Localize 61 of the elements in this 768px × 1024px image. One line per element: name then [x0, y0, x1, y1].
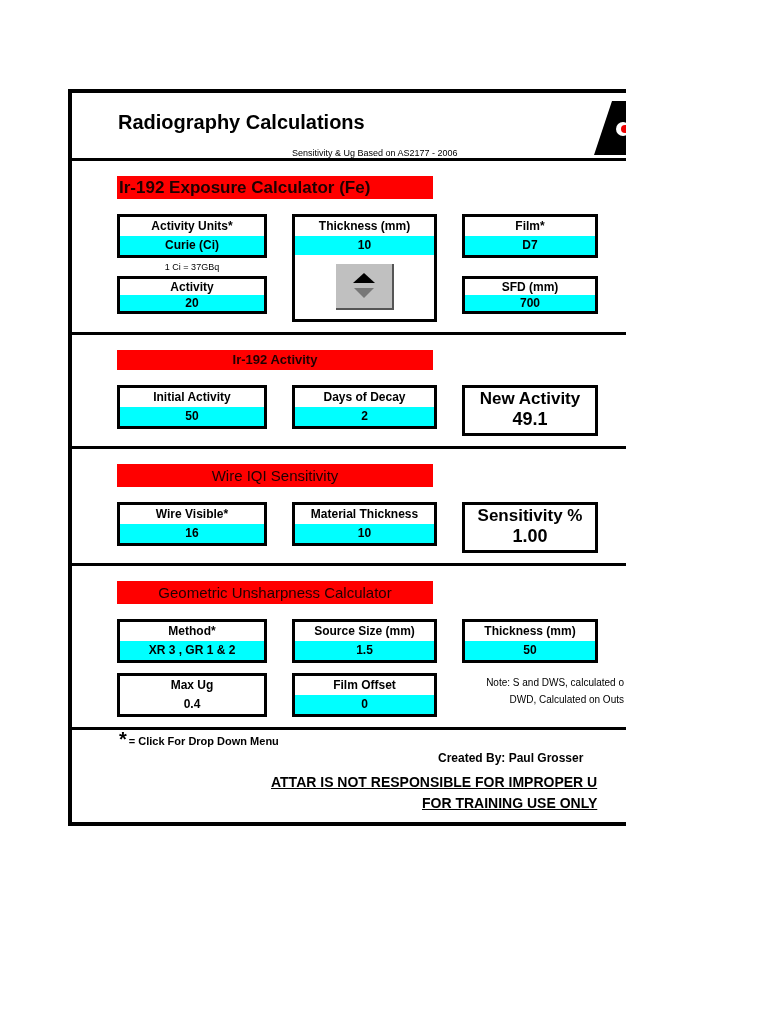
note-text: Note: S and DWS, calculated o — [486, 677, 624, 688]
section-heading: Ir-192 Exposure Calculator (Fe) — [117, 176, 433, 199]
result-label: New Activity — [478, 389, 582, 409]
field-label: Thickness (mm) — [317, 218, 412, 235]
result-label: Sensitivity % — [476, 506, 584, 526]
field-value: 0 — [295, 695, 434, 714]
field-box[interactable]: Initial Activity 50 — [117, 385, 267, 429]
field-box[interactable]: Film Offset 0 — [292, 673, 437, 717]
field-value: 50 — [120, 407, 264, 426]
sheet-subtitle: Sensitivity & Ug Based on AS2177 - 2006 — [292, 148, 458, 158]
field-box[interactable]: Method* XR 3 , GR 1 & 2 — [117, 619, 267, 663]
field-label: Film* — [514, 218, 546, 235]
field-value: 2 — [295, 407, 434, 426]
disclaimer-text: FOR TRAINING USE ONLY — [422, 795, 598, 811]
field-value: 10 — [295, 524, 434, 543]
field-box[interactable]: Material Thickness 10 — [292, 502, 437, 546]
field-label: Initial Activity — [152, 389, 232, 406]
section-heading: Ir-192 Activity — [117, 350, 433, 370]
field-box[interactable]: SFD (mm) 700 — [462, 276, 598, 314]
section-heading: Geometric Unsharpness Calculator — [117, 581, 433, 604]
field-label: Method* — [167, 623, 217, 640]
field-box[interactable]: Max Ug 0.4 — [117, 673, 267, 717]
section-heading: Wire IQI Sensitivity — [117, 464, 433, 487]
field-box[interactable]: Activity 20 — [117, 276, 267, 314]
field-box[interactable]: Activity Units* Curie (Ci) — [117, 214, 267, 258]
spin-button[interactable] — [335, 264, 394, 310]
field-label: Wire Visible* — [154, 506, 230, 523]
logo-icon — [592, 99, 626, 157]
field-label: SFD (mm) — [500, 279, 560, 295]
field-box[interactable]: Source Size (mm) 1.5 — [292, 619, 437, 663]
field-label: Source Size (mm) — [313, 623, 416, 640]
field-value: 1.5 — [295, 641, 434, 660]
field-label: Days of Decay — [322, 389, 407, 406]
unit-note: 1 Ci = 37GBq — [163, 261, 221, 274]
field-value: 10 — [295, 236, 434, 255]
note-text: DWD, Calculated on Outs — [509, 694, 624, 705]
field-label: Film Offset — [332, 677, 397, 694]
field-label: Activity Units* — [150, 218, 234, 235]
field-value: 50 — [465, 641, 595, 660]
field-value: XR 3 , GR 1 & 2 — [120, 641, 264, 660]
field-value: 20 — [120, 295, 264, 311]
result-value: 1.00 — [511, 526, 549, 547]
field-value: Curie (Ci) — [120, 236, 264, 255]
field-value: 700 — [465, 295, 595, 311]
field-label: Activity — [169, 279, 215, 295]
field-label: Material Thickness — [309, 506, 420, 523]
field-box[interactable]: Thickness (mm) 10 — [292, 214, 437, 322]
field-box[interactable]: Days of Decay 2 — [292, 385, 437, 429]
field-value: 16 — [120, 524, 264, 543]
sheet-title: Radiography Calculations — [118, 111, 365, 134]
result-value: 49.1 — [511, 409, 549, 430]
field-box[interactable]: Thickness (mm) 50 — [462, 619, 598, 663]
disclaimer-text: ATTAR IS NOT RESPONSIBLE FOR IMPROPER U — [271, 774, 598, 790]
field-label: Thickness (mm) — [483, 623, 577, 640]
legend-text: = Click For Drop Down Menu — [128, 735, 279, 747]
field-label: Max Ug — [169, 677, 215, 694]
field-box[interactable]: Film* D7 — [462, 214, 598, 258]
field-value: D7 — [465, 236, 595, 255]
credit-text: Created By: Paul Grosser — [438, 751, 584, 765]
field-box[interactable]: Wire Visible* 16 — [117, 502, 267, 546]
asterisk-mark: * — [119, 730, 127, 748]
